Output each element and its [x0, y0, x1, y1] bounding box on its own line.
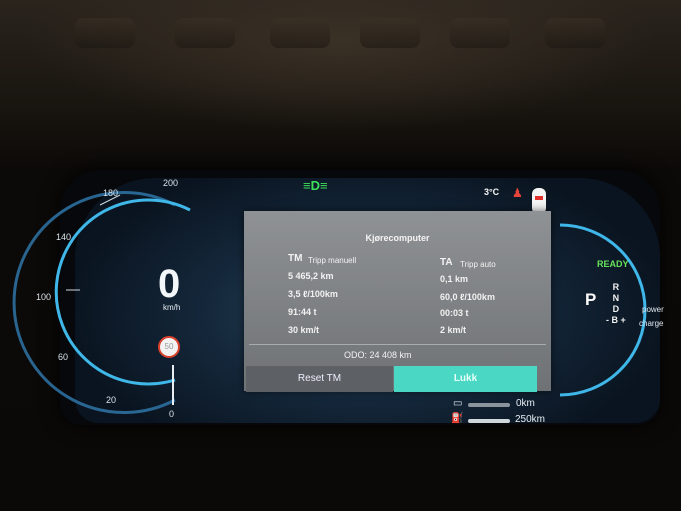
current-gear: P — [585, 290, 597, 309]
speed-readout: 0 — [158, 262, 181, 306]
speed-tick-label: 180 — [103, 188, 119, 198]
gear-option: - B + — [606, 315, 626, 325]
trip-manual-name: Tripp manuell — [308, 256, 357, 265]
charging-plug-icon: ⛽ — [451, 413, 464, 424]
trip-manual-speed: 30 km/t — [288, 325, 320, 335]
speed-unit: km/h — [163, 303, 181, 312]
close-button[interactable]: Lukk — [394, 366, 537, 392]
trip-manual-time: 91:44 t — [288, 307, 317, 317]
power-label: power — [642, 305, 664, 314]
trip-auto-speed: 2 km/t — [440, 325, 467, 335]
fuel-range: 0km — [516, 398, 535, 409]
speed-tick-label: 20 — [106, 395, 117, 405]
odometer: ODO: 24 408 km — [344, 350, 412, 360]
electric-range: 250km — [515, 414, 546, 425]
speed-tick-label: 200 — [163, 178, 179, 188]
panel-divider — [249, 344, 546, 345]
fuel-range-bar — [468, 403, 510, 407]
fuel-pump-icon: ▭ — [453, 398, 463, 409]
gear-selector: R N D - B + — [606, 282, 626, 326]
trip-auto-consumption: 60,0 ℓ/100km — [440, 292, 495, 302]
speed-tick-label: 60 — [58, 352, 69, 362]
speed-tick-label: 100 — [36, 292, 52, 302]
outside-temperature: 3°C — [484, 187, 500, 197]
trip-manual-distance: 5 465,2 km — [288, 271, 334, 281]
trip-computer-panel: Kjørecomputer TM Tripp manuell 5 465,2 k… — [244, 211, 551, 392]
gear-option: R — [612, 282, 620, 292]
trip-auto-time: 00:03 t — [440, 308, 469, 318]
gear-option: D — [612, 304, 620, 314]
trip-auto-distance: 0,1 km — [440, 274, 469, 284]
speed-limit-sign: 50 — [158, 336, 180, 358]
speed-tick-label: 140 — [56, 232, 72, 242]
electric-range-bar — [468, 419, 510, 423]
speed-tick-label: 0 — [169, 409, 175, 419]
seatbelt-warning-icon: ♟ — [512, 186, 523, 200]
trip-auto-name: Tripp auto — [460, 260, 496, 269]
ready-indicator: READY — [597, 259, 629, 269]
reset-tm-button[interactable]: Reset TM — [246, 366, 393, 392]
panel-title: Kjørecomputer — [365, 233, 430, 243]
headlight-icon: ≡D≡ — [303, 178, 328, 193]
charge-label: charge — [639, 319, 664, 328]
trip-auto-code: TA — [440, 257, 453, 268]
trip-manual-code: TM — [288, 253, 303, 264]
gear-option: N — [612, 293, 620, 303]
trip-manual-consumption: 3,5 ℓ/100km — [288, 289, 338, 299]
